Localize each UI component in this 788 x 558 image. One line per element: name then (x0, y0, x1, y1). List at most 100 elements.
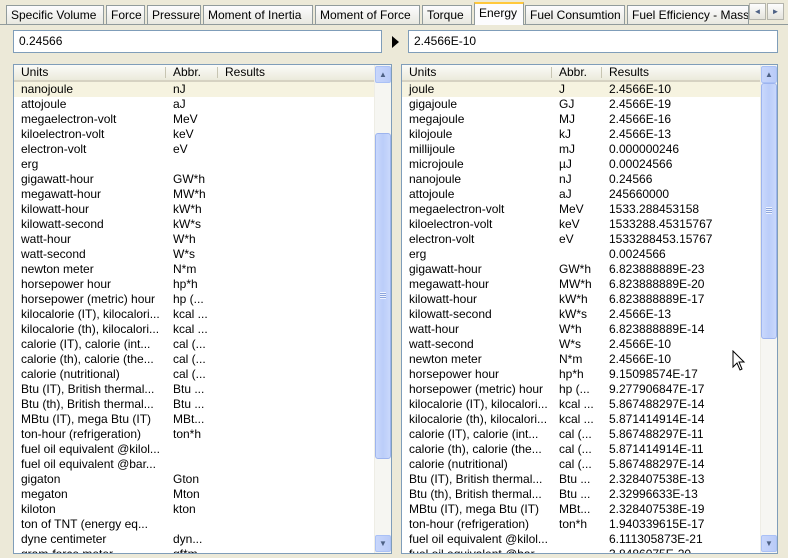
table-row[interactable]: calorie (nutritional) cal (... (14, 367, 374, 382)
table-row[interactable]: megaelectron-volt MeV (14, 112, 374, 127)
output-value-field[interactable]: 2.4566E-10 (408, 30, 778, 53)
table-row[interactable]: Btu (th), British thermal... Btu ... (14, 397, 374, 412)
abbr-cell: W*h (173, 232, 196, 246)
tab-moment-of-inertia[interactable]: Moment of Inertia (203, 5, 313, 24)
table-row[interactable]: megajoule MJ 2.4566E-16 (402, 112, 760, 127)
table-row[interactable]: megaelectron-volt MeV 1533.288453158 (402, 202, 760, 217)
scrollbar-thumb[interactable] (761, 83, 777, 339)
unit-cell: Btu (th), British thermal... (409, 487, 542, 501)
table-row[interactable]: kilowatt-hour kW*h (14, 202, 374, 217)
table-row[interactable]: microjoule µJ 0.00024566 (402, 157, 760, 172)
tab-torque[interactable]: Torque (422, 5, 472, 24)
tab-specific-volume[interactable]: Specific Volume (6, 5, 104, 24)
unit-cell: dyne centimeter (21, 532, 107, 546)
target-units-list[interactable]: Units Abbr. Results joule J 2.4566E-10 giga… (401, 64, 778, 554)
table-row[interactable]: watt-second W*s (14, 247, 374, 262)
table-row[interactable]: calorie (th), calorie (the... cal (... 5.8… (402, 442, 760, 457)
tab-scroll-right-button[interactable]: ► (767, 3, 784, 20)
table-row[interactable]: horsepower (metric) hour hp (... (14, 292, 374, 307)
table-row[interactable]: fuel oil equivalent @bar... (14, 457, 374, 472)
unit-cell: horsepower (metric) hour (409, 382, 544, 396)
source-units-scrollbar[interactable]: ▲ ▼ (374, 65, 391, 553)
tab-pressure[interactable]: Pressure (147, 5, 201, 24)
table-row[interactable]: watt-second W*s 2.4566E-10 (402, 337, 760, 352)
target-units-scrollbar[interactable]: ▲ ▼ (760, 65, 777, 553)
table-row[interactable]: horsepower hour hp*h 9.15098574E-17 (402, 367, 760, 382)
tab-fuel-consumtion[interactable]: Fuel Consumtion (525, 5, 625, 24)
abbr-cell: nJ (173, 82, 186, 96)
table-row[interactable]: kilowatt-second kW*s (14, 217, 374, 232)
scrollbar-thumb[interactable] (375, 133, 391, 459)
table-row[interactable]: megaton Mton (14, 487, 374, 502)
column-header-abbr[interactable]: Abbr. (166, 65, 217, 80)
unit-cell: electron-volt (409, 232, 475, 246)
scroll-down-button[interactable]: ▼ (375, 535, 391, 552)
scroll-down-button[interactable]: ▼ (761, 535, 777, 552)
table-row[interactable]: fuel oil equivalent @kilol... (14, 442, 374, 457)
column-header-abbr[interactable]: Abbr. (552, 65, 601, 80)
table-row[interactable]: calorie (IT), calorie (int... cal (... 5.8… (402, 427, 760, 442)
column-header-results[interactable]: Results (602, 65, 760, 80)
scroll-up-button[interactable]: ▲ (761, 66, 777, 83)
table-row[interactable]: watt-hour W*h (14, 232, 374, 247)
table-row[interactable]: ton-hour (refrigeration) ton*h 1.940339615… (402, 517, 760, 532)
table-row[interactable]: kilocalorie (IT), kilocalori... kcal ... 5… (402, 397, 760, 412)
table-row[interactable]: ton of TNT (energy eq... (14, 517, 374, 532)
table-row[interactable]: attojoule aJ 245660000 (402, 187, 760, 202)
column-header-results[interactable]: Results (218, 65, 374, 80)
table-row[interactable]: Btu (th), British thermal... Btu ... 2.329… (402, 487, 760, 502)
table-row[interactable]: kiloton kton (14, 502, 374, 517)
table-row[interactable]: gigawatt-hour GW*h (14, 172, 374, 187)
table-row[interactable]: electron-volt eV (14, 142, 374, 157)
table-row[interactable]: newton meter N*m (14, 262, 374, 277)
table-row[interactable]: kiloelectron-volt keV 1533288.45315767 (402, 217, 760, 232)
source-units-list[interactable]: Units Abbr. Results nanojoule nJ attojoule… (13, 64, 392, 554)
column-header-units[interactable]: Units (402, 65, 551, 80)
table-row[interactable]: calorie (th), calorie (the... cal (... (14, 352, 374, 367)
table-row[interactable]: Btu (IT), British thermal... Btu ... 2.328… (402, 472, 760, 487)
table-row[interactable]: kilocalorie (th), kilocalori... kcal ... (14, 322, 374, 337)
table-row[interactable]: erg (14, 157, 374, 172)
tab-force[interactable]: Force (106, 5, 145, 24)
table-row[interactable]: millijoule mJ 0.000000246 (402, 142, 760, 157)
table-row[interactable]: horsepower (metric) hour hp (... 9.2779068… (402, 382, 760, 397)
table-row[interactable]: nanojoule nJ (14, 82, 374, 97)
column-header-units[interactable]: Units (14, 65, 165, 80)
table-row[interactable]: nanojoule nJ 0.24566 (402, 172, 760, 187)
table-row[interactable]: Btu (IT), British thermal... Btu ... (14, 382, 374, 397)
table-row[interactable]: kilocalorie (IT), kilocalori... kcal ... (14, 307, 374, 322)
table-row[interactable]: calorie (nutritional) cal (... 5.867488297… (402, 457, 760, 472)
tab-fuel-efficiency-mass[interactable]: Fuel Efficiency - Mass (627, 5, 749, 24)
input-value-field[interactable]: 0.24566 (13, 30, 382, 53)
table-row[interactable]: fuel oil equivalent @bar... 3.8486075E-20 (402, 547, 760, 553)
table-row[interactable]: megawatt-hour MW*h 6.823888889E-20 (402, 277, 760, 292)
tab-energy[interactable]: Energy (474, 2, 524, 25)
table-row[interactable]: ton-hour (refrigeration) ton*h (14, 427, 374, 442)
table-row[interactable]: horsepower hour hp*h (14, 277, 374, 292)
abbr-cell: cal (... (173, 367, 206, 381)
tab-moment-of-force[interactable]: Moment of Force (315, 5, 420, 24)
table-row[interactable]: dyne centimeter dyn... (14, 532, 374, 547)
tab-scroll-left-button[interactable]: ◄ (749, 3, 766, 20)
table-row[interactable]: attojoule aJ (14, 97, 374, 112)
table-row[interactable]: megawatt-hour MW*h (14, 187, 374, 202)
table-row[interactable]: kiloelectron-volt keV (14, 127, 374, 142)
table-row[interactable]: kilowatt-second kW*s 2.4566E-13 (402, 307, 760, 322)
table-row[interactable]: MBtu (IT), mega Btu (IT) MBt... (14, 412, 374, 427)
table-row[interactable]: gram-force meter gf*m (14, 547, 374, 553)
table-row[interactable]: electron-volt eV 1533288453.15767 (402, 232, 760, 247)
table-row[interactable]: kilowatt-hour kW*h 6.823888889E-17 (402, 292, 760, 307)
table-row[interactable]: kilojoule kJ 2.4566E-13 (402, 127, 760, 142)
table-row[interactable]: gigawatt-hour GW*h 6.823888889E-23 (402, 262, 760, 277)
scroll-up-button[interactable]: ▲ (375, 66, 391, 83)
table-row[interactable]: joule J 2.4566E-10 (402, 82, 760, 97)
table-row[interactable]: calorie (IT), calorie (int... cal (... (14, 337, 374, 352)
table-row[interactable]: MBtu (IT), mega Btu (IT) MBt... 2.32840753… (402, 502, 760, 517)
table-row[interactable]: erg 0.0024566 (402, 247, 760, 262)
table-row[interactable]: fuel oil equivalent @kilol... 6.111305873… (402, 532, 760, 547)
table-row[interactable]: gigaton Gton (14, 472, 374, 487)
table-row[interactable]: newton meter N*m 2.4566E-10 (402, 352, 760, 367)
table-row[interactable]: gigajoule GJ 2.4566E-19 (402, 97, 760, 112)
table-row[interactable]: watt-hour W*h 6.823888889E-14 (402, 322, 760, 337)
table-row[interactable]: kilocalorie (th), kilocalori... kcal ... 5… (402, 412, 760, 427)
